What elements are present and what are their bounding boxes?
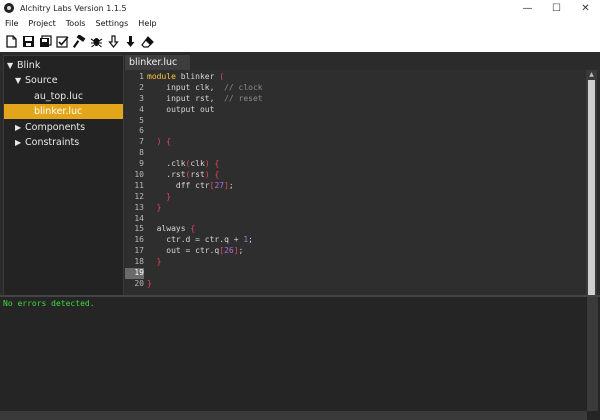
line-number: 9 (139, 159, 144, 169)
line-number: 2 (139, 82, 144, 92)
debug-bug-icon[interactable] (88, 33, 105, 50)
code-line[interactable]: out = ctr.q[26]; (147, 246, 263, 257)
erase-icon[interactable] (139, 33, 156, 50)
code-line[interactable] (147, 214, 263, 225)
code-line[interactable]: } (147, 257, 263, 268)
code-line[interactable]: .clk(clk) { (147, 159, 263, 170)
line-number: 18 (134, 257, 144, 267)
line-number: 7 (139, 137, 144, 147)
console-message: No errors detected. (3, 299, 95, 308)
constraints-label: Constraints (25, 137, 80, 148)
line-number: 17 (134, 246, 144, 256)
code-line[interactable]: module blinker ( (147, 72, 263, 83)
code-line[interactable]: ctr.d = ctr.q + 1; (147, 235, 263, 246)
maximize-button[interactable]: ☐ (542, 0, 571, 16)
menu-help[interactable]: Help (133, 16, 161, 31)
line-number: 16 (134, 235, 144, 245)
line-number: 6 (139, 126, 144, 136)
console-vertical-scrollbar[interactable] (587, 297, 598, 411)
expand-down-icon: ▼ (15, 76, 22, 85)
code-line[interactable] (147, 148, 263, 159)
line-number: 5 (139, 115, 144, 125)
code-line[interactable] (147, 268, 263, 279)
line-number-gutter: 1 2 3 4 5 6 7 8 9 10 11 12 13 14 15 16 17 18 19 20 (125, 72, 144, 290)
new-file-icon[interactable] (3, 33, 20, 50)
line-number: 4 (139, 104, 144, 114)
tree-source-node[interactable]: ▼ Source (4, 73, 123, 88)
code-area[interactable]: module blinker ( input clk, // clock inp… (147, 72, 263, 290)
menu-settings[interactable]: Settings (90, 16, 133, 31)
components-label: Components (25, 122, 86, 133)
console-panel: No errors detected. (0, 295, 600, 420)
tree-file-au-top[interactable]: au_top.luc (4, 89, 123, 104)
load-ram-icon[interactable] (122, 33, 139, 50)
tree-project-node[interactable]: ▼ Blink (4, 58, 123, 73)
code-line[interactable]: .rst(rst) { (147, 170, 263, 181)
project-name: Blink (17, 60, 41, 71)
tree-components-node[interactable]: ▶ Components (4, 120, 123, 135)
console-horizontal-scrollbar[interactable] (0, 411, 587, 420)
editor-tab-blinker[interactable]: blinker.luc (125, 55, 190, 70)
save-icon[interactable] (20, 33, 37, 50)
expand-right-icon: ▶ (15, 138, 22, 147)
line-number: 11 (134, 180, 144, 190)
menu-file[interactable]: File (0, 16, 23, 31)
save-all-icon[interactable] (37, 33, 54, 50)
file-label: au_top.luc (34, 91, 84, 102)
scroll-up-icon[interactable]: ▲ (586, 70, 597, 79)
code-line[interactable] (147, 116, 263, 127)
window-title: Alchitry Labs Version 1.1.5 (20, 3, 127, 13)
menu-bar: File Project Tools Settings Help (0, 16, 600, 31)
file-label: blinker.luc (34, 106, 83, 117)
source-label: Source (25, 75, 58, 86)
toolbar (0, 31, 600, 52)
window-controls: — ☐ ✕ (513, 0, 600, 16)
load-flash-icon[interactable] (105, 33, 122, 50)
code-line[interactable]: input rst, // reset (147, 94, 262, 105)
line-number: 19 (125, 268, 144, 279)
line-number: 10 (134, 170, 144, 180)
expand-right-icon: ▶ (15, 123, 22, 132)
code-line[interactable]: input clk, // clock (147, 83, 262, 94)
tree-constraints-node[interactable]: ▶ Constraints (4, 135, 123, 150)
line-number: 3 (139, 93, 144, 103)
line-number: 13 (134, 202, 144, 212)
menu-project[interactable]: Project (23, 16, 60, 31)
code-line[interactable]: ) { (147, 137, 263, 148)
close-button[interactable]: ✕ (571, 0, 600, 16)
line-number: 15 (134, 224, 144, 234)
code-line[interactable]: } (147, 279, 263, 290)
build-hammer-icon[interactable] (71, 33, 88, 50)
line-number: 1 (139, 72, 144, 81)
scroll-thumb[interactable] (588, 80, 595, 307)
line-number: 12 (134, 191, 144, 201)
code-line[interactable]: output out (147, 105, 263, 116)
code-line[interactable]: always { (147, 224, 263, 235)
workspace: ▼ Blink ▼ Source au_top.luc blinker.luc ▶ C… (0, 52, 600, 420)
code-line[interactable] (147, 126, 263, 137)
title-bar: Alchitry Labs Version 1.1.5 — ☐ ✕ (0, 0, 600, 16)
tree-file-blinker[interactable]: blinker.luc (4, 104, 123, 119)
line-number: 8 (139, 148, 144, 158)
code-line[interactable]: dff ctr[27]; (147, 181, 263, 192)
code-line[interactable]: } (147, 203, 263, 214)
line-number: 20 (134, 278, 144, 288)
expand-down-icon: ▼ (7, 61, 14, 70)
minimize-button[interactable]: — (513, 0, 542, 16)
code-line[interactable]: } (147, 192, 263, 203)
app-logo-icon (4, 3, 14, 13)
menu-tools[interactable]: Tools (61, 16, 91, 31)
line-number: 14 (134, 213, 144, 223)
check-icon[interactable] (54, 33, 71, 50)
